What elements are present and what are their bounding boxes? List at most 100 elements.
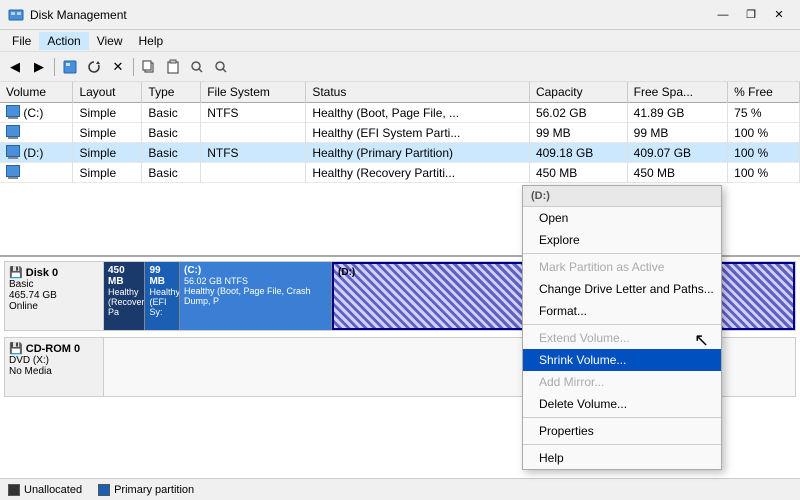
paste-button[interactable]: [162, 56, 184, 78]
legend-bar: Unallocated Primary partition: [0, 478, 800, 500]
table-body: (C:) Simple Basic NTFS Healthy (Boot, Pa…: [0, 103, 800, 183]
cell-volume: (C:): [0, 103, 73, 123]
cell-capacity: 99 MB: [529, 123, 627, 143]
search2-button[interactable]: [210, 56, 232, 78]
menu-file[interactable]: File: [4, 32, 39, 50]
context-menu: (D:) Open Explore Mark Partition as Acti…: [522, 185, 722, 470]
disk-0-name: 💾 Disk 0: [9, 266, 99, 279]
partition-recovery[interactable]: 450 MB Healthy (Recovery Pa: [104, 262, 145, 330]
minimize-button[interactable]: —: [710, 5, 736, 25]
ctx-open[interactable]: Open: [523, 207, 721, 229]
close-button[interactable]: ✕: [766, 5, 792, 25]
col-free: Free Spa...: [627, 82, 728, 103]
col-pct: % Free: [728, 82, 800, 103]
delete-button[interactable]: ✕: [107, 56, 129, 78]
menu-help[interactable]: Help: [131, 32, 172, 50]
back-button[interactable]: ◀: [4, 56, 26, 78]
table-row[interactable]: (D:) Simple Basic NTFS Healthy (Primary …: [0, 143, 800, 163]
window-controls: — ❐ ✕: [710, 5, 792, 25]
refresh-button[interactable]: [83, 56, 105, 78]
cell-pct: 100 %: [728, 123, 800, 143]
partition-efi[interactable]: 99 MB Healthy (EFI Sy:: [145, 262, 180, 330]
cdrom-0-label: 💾 CD-ROM 0 DVD (X:) No Media: [4, 337, 104, 397]
unallocated-swatch: [8, 484, 20, 496]
cell-free: 450 MB: [627, 163, 728, 183]
cell-capacity: 450 MB: [529, 163, 627, 183]
cell-status: Healthy (Boot, Page File, ...: [306, 103, 530, 123]
cell-layout: Simple: [73, 143, 142, 163]
cell-status: Healthy (EFI System Parti...: [306, 123, 530, 143]
cell-fs: [201, 163, 306, 183]
ctx-change-drive-letter[interactable]: Change Drive Letter and Paths...: [523, 278, 721, 300]
menu-view[interactable]: View: [89, 32, 131, 50]
cell-pct: 75 %: [728, 103, 800, 123]
disk-table: Volume Layout Type File System Status Ca…: [0, 82, 800, 183]
cell-volume: [0, 163, 73, 183]
disk-0-size: 465.74 GB: [9, 290, 99, 301]
cell-fs: NTFS: [201, 143, 306, 163]
ctx-delete-volume[interactable]: Delete Volume...: [523, 393, 721, 415]
search-button[interactable]: [186, 56, 208, 78]
cell-fs: [201, 123, 306, 143]
context-menu-header: (D:): [523, 186, 721, 207]
cell-free: 99 MB: [627, 123, 728, 143]
title-bar: Disk Management — ❐ ✕: [0, 0, 800, 30]
col-status: Status: [306, 82, 530, 103]
cdrom-0-status: No Media: [9, 366, 99, 377]
table-row[interactable]: (C:) Simple Basic NTFS Healthy (Boot, Pa…: [0, 103, 800, 123]
cell-status: Healthy (Primary Partition): [306, 143, 530, 163]
col-capacity: Capacity: [529, 82, 627, 103]
copy-button[interactable]: [138, 56, 160, 78]
cell-pct: 100 %: [728, 143, 800, 163]
ctx-extend-volume: Extend Volume...: [523, 327, 721, 349]
col-layout: Layout: [73, 82, 142, 103]
ctx-shrink-volume[interactable]: Shrink Volume...: [523, 349, 721, 371]
cdrom-0-type: DVD (X:): [9, 355, 99, 366]
table-row[interactable]: Simple Basic Healthy (Recovery Partiti..…: [0, 163, 800, 183]
properties-button[interactable]: [59, 56, 81, 78]
table-row[interactable]: Simple Basic Healthy (EFI System Parti..…: [0, 123, 800, 143]
cell-type: Basic: [142, 123, 201, 143]
cell-free: 409.07 GB: [627, 143, 728, 163]
legend-unallocated: Unallocated: [8, 484, 82, 496]
ctx-explore[interactable]: Explore: [523, 229, 721, 251]
cell-type: Basic: [142, 103, 201, 123]
ctx-format[interactable]: Format...: [523, 300, 721, 322]
menu-bar: File Action View Help: [0, 30, 800, 52]
ctx-sep-2: [523, 324, 721, 325]
cell-volume: (D:): [0, 143, 73, 163]
ctx-help[interactable]: Help: [523, 447, 721, 469]
primary-label: Primary partition: [114, 484, 194, 496]
ctx-properties[interactable]: Properties: [523, 420, 721, 442]
disk-0-type: Basic: [9, 279, 99, 290]
unallocated-label: Unallocated: [24, 484, 82, 496]
partition-c[interactable]: (C:) 56.02 GB NTFS Healthy (Boot, Page F…: [180, 262, 332, 330]
cell-free: 41.89 GB: [627, 103, 728, 123]
forward-button[interactable]: ▶: [28, 56, 50, 78]
ctx-mark-active: Mark Partition as Active: [523, 256, 721, 278]
cell-volume: [0, 123, 73, 143]
app-icon: [8, 7, 24, 23]
cdrom-0-name: 💾 CD-ROM 0: [9, 342, 99, 355]
window-title: Disk Management: [30, 8, 127, 22]
table-header-row: Volume Layout Type File System Status Ca…: [0, 82, 800, 103]
primary-swatch: [98, 484, 110, 496]
ctx-sep-3: [523, 417, 721, 418]
disk-0-status: Online: [9, 301, 99, 312]
ctx-sep-4: [523, 444, 721, 445]
cell-capacity: 56.02 GB: [529, 103, 627, 123]
toolbar-separator-1: [54, 58, 55, 76]
toolbar: ◀ ▶ ✕: [0, 52, 800, 82]
cell-type: Basic: [142, 143, 201, 163]
cell-capacity: 409.18 GB: [529, 143, 627, 163]
col-volume: Volume: [0, 82, 73, 103]
cell-layout: Simple: [73, 103, 142, 123]
cell-fs: NTFS: [201, 103, 306, 123]
menu-action[interactable]: Action: [39, 32, 88, 50]
ctx-add-mirror: Add Mirror...: [523, 371, 721, 393]
restore-button[interactable]: ❐: [738, 5, 764, 25]
cell-layout: Simple: [73, 123, 142, 143]
cell-pct: 100 %: [728, 163, 800, 183]
col-filesystem: File System: [201, 82, 306, 103]
cell-type: Basic: [142, 163, 201, 183]
